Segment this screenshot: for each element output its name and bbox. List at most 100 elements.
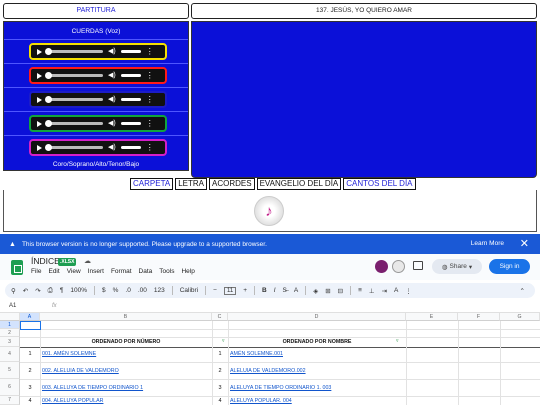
audio-player-voice-1[interactable]: ◀) ⋮	[29, 43, 167, 60]
audio-player-voice-2[interactable]: ◀) ⋮	[29, 67, 167, 84]
sign-in-button[interactable]: Sign in	[489, 259, 530, 274]
filter-icon[interactable]: ▿	[396, 338, 399, 344]
audio-player-voice-5[interactable]: ◀) ⋮	[29, 139, 167, 156]
more-options-icon[interactable]: ⋮	[146, 143, 154, 152]
audio-player-voice-4[interactable]: ◀) ⋮	[29, 115, 167, 132]
play-icon[interactable]	[37, 120, 42, 127]
menu-edit[interactable]: Edit	[48, 268, 59, 275]
paint-format-icon[interactable]: ¶	[60, 287, 64, 294]
font-size-increase[interactable]: +	[243, 287, 247, 294]
collapse-toolbar-icon[interactable]: ⌃	[520, 287, 525, 295]
borders-icon[interactable]: ⊞	[325, 287, 330, 295]
song-link[interactable]: ALELUIA DE VALDEMORO.002	[230, 368, 306, 374]
row-header-5[interactable]: 5	[0, 362, 20, 379]
song-link[interactable]: ALELUYA POPULAR. 004	[230, 398, 292, 404]
corner-cell[interactable]	[0, 313, 20, 321]
number-format-button[interactable]: 123	[154, 287, 165, 294]
tab-cantos[interactable]: CANTOS DEL DÍA	[343, 178, 416, 190]
menu-file[interactable]: File	[31, 268, 41, 275]
menu-insert[interactable]: Insert	[88, 268, 104, 275]
document-title[interactable]: ÍNDICE	[31, 256, 60, 266]
column-header-c[interactable]: C	[212, 313, 228, 321]
column-header-g[interactable]: G	[500, 313, 540, 321]
volume-icon[interactable]: ◀)	[108, 144, 116, 151]
row-header-7[interactable]: 7	[0, 396, 20, 405]
play-icon[interactable]	[37, 96, 42, 103]
play-icon[interactable]	[37, 48, 42, 55]
menu-data[interactable]: Data	[139, 268, 153, 275]
progress-slider[interactable]	[45, 48, 103, 55]
more-options-icon[interactable]: ⋮	[146, 95, 154, 104]
valign-icon[interactable]: ⊥	[369, 287, 375, 295]
sheets-logo-icon[interactable]	[11, 260, 23, 275]
more-options-icon[interactable]: ⋮	[146, 71, 154, 80]
volume-slider[interactable]	[120, 98, 141, 101]
tab-letra[interactable]: LETRA	[175, 178, 207, 190]
more-options-icon[interactable]: ⋮	[146, 47, 154, 56]
decrease-decimal-button[interactable]: .0	[125, 287, 130, 294]
wrap-icon[interactable]: ⇥	[382, 287, 387, 295]
column-header-f[interactable]: F	[458, 313, 500, 321]
song-link[interactable]: 001. AMÉN SOLEMNE	[42, 351, 96, 357]
currency-button[interactable]: $	[102, 287, 106, 294]
row-header-3[interactable]: 3	[0, 337, 20, 347]
song-link[interactable]: 004. ALELUYA POPULAR	[42, 398, 103, 404]
avatar[interactable]	[375, 260, 388, 273]
percent-button[interactable]: %	[113, 287, 119, 294]
zoom-select[interactable]: 100%	[70, 287, 87, 294]
fill-color-icon[interactable]: ◈	[313, 287, 318, 295]
progress-slider[interactable]	[45, 144, 103, 151]
tab-carpeta[interactable]: CARPETA	[130, 178, 174, 190]
volume-icon[interactable]: ◀)	[108, 48, 116, 55]
row-header-1[interactable]: 1	[0, 321, 20, 329]
volume-slider[interactable]	[120, 50, 141, 53]
font-size-input[interactable]: 11	[223, 286, 237, 295]
comment-icon[interactable]	[413, 261, 423, 270]
volume-icon[interactable]: ◀)	[108, 96, 116, 103]
song-link[interactable]: 003. ALELUYA DE TIEMPO ORDINARIO 1	[42, 385, 143, 391]
row-header-6[interactable]: 6	[0, 379, 20, 396]
align-icon[interactable]: ≡	[358, 287, 362, 294]
menu-view[interactable]: View	[67, 268, 81, 275]
column-header-e[interactable]: E	[406, 313, 458, 321]
italic-button[interactable]: I	[274, 287, 276, 294]
filter-icon[interactable]: ▿	[222, 338, 225, 344]
menu-tools[interactable]: Tools	[159, 268, 174, 275]
column-header-b[interactable]: B	[40, 313, 212, 321]
text-color-icon[interactable]: A	[294, 287, 298, 294]
volume-icon[interactable]: ◀)	[108, 120, 116, 127]
tab-evangelio[interactable]: EVANGELIO DEL DÍA	[256, 178, 342, 190]
music-logo-icon[interactable]: ♪	[254, 196, 284, 226]
song-link[interactable]: 002. ALELUIA DE VALDEMORO	[42, 368, 119, 374]
avatar-secondary[interactable]	[392, 260, 405, 273]
learn-more-link[interactable]: Learn More	[471, 240, 504, 247]
cell-reference[interactable]: A1	[9, 303, 16, 309]
close-icon[interactable]: ✕	[520, 237, 529, 250]
partitura-button[interactable]: PARTITURA	[3, 3, 189, 19]
print-icon[interactable]: ⎙	[48, 287, 53, 295]
font-size-decrease[interactable]: −	[213, 287, 217, 294]
volume-icon[interactable]: ◀)	[108, 72, 116, 79]
play-icon[interactable]	[37, 144, 42, 151]
more-options-icon[interactable]: ⋮	[146, 119, 154, 128]
menu-format[interactable]: Format	[111, 268, 132, 275]
row-header-2[interactable]: 2	[0, 329, 20, 337]
bold-button[interactable]: B	[262, 287, 267, 294]
increase-decimal-button[interactable]: .00	[138, 287, 147, 294]
redo-icon[interactable]: ↷	[35, 287, 40, 295]
volume-slider[interactable]	[120, 122, 141, 125]
font-select[interactable]: Calibri	[180, 287, 198, 294]
audio-player-voice-3[interactable]: ◀) ⋮	[29, 91, 167, 108]
volume-slider[interactable]	[120, 74, 141, 77]
spreadsheet-grid[interactable]: A B C D E F G 1 2 3 4 5 6 7 ORDENADO POR…	[0, 313, 540, 405]
progress-slider[interactable]	[45, 96, 103, 103]
song-link[interactable]: ALELUYA DE TIEMPO ORDINARIO 1. 003	[230, 385, 331, 391]
play-icon[interactable]	[37, 72, 42, 79]
more-icon[interactable]: ⋮	[405, 287, 412, 295]
selected-cell-a1[interactable]	[20, 321, 41, 330]
strikethrough-icon[interactable]: S̶	[283, 287, 287, 294]
column-header-a[interactable]: A	[20, 313, 40, 321]
share-button[interactable]: ◍ Share ▾	[432, 259, 482, 274]
song-link[interactable]: AMÉN SOLEMNE.001	[230, 351, 283, 357]
rotate-icon[interactable]: A	[394, 287, 398, 294]
